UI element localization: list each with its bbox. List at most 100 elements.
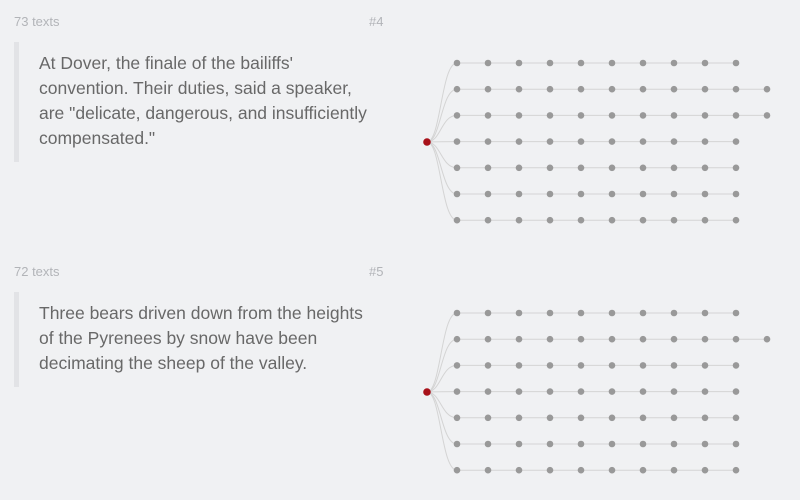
tree-node [639,138,647,145]
tree-node [546,388,554,395]
tree-node [639,414,647,422]
tree-node [546,335,554,343]
tree-node [515,112,523,119]
tree-node [546,309,554,317]
tree-node [608,414,616,422]
tree-node [639,440,647,448]
tree-node [484,466,492,474]
tree-node [515,388,523,395]
tree-node [484,112,492,119]
tree-node [701,309,709,317]
tree-edge [426,141,458,221]
tree-node [484,138,492,145]
tree-node [453,362,461,369]
tree-node [639,335,647,343]
tree-node [701,335,709,343]
tree-node [670,138,678,145]
tree-node [546,112,554,119]
text-card[interactable]: 72 texts #5 Three bears driven down from… [0,250,800,500]
tree-node [515,59,523,67]
tree-node [701,112,709,119]
tree-node [701,59,709,67]
tree-node [484,335,492,343]
tree-node [732,164,740,172]
tree-node [546,414,554,422]
tree-node [639,85,647,93]
tree-node [701,440,709,448]
tree-node [608,440,616,448]
tree-node [608,466,616,474]
tree-root-node [423,138,431,146]
tree-node [670,112,678,119]
tree-node [608,138,616,145]
tree-edge [426,62,458,143]
tree-node [546,164,554,172]
tree-node [453,440,461,448]
tree-node [453,112,461,119]
tree-node [608,85,616,93]
tree-node [577,164,585,172]
tree-node [515,335,523,343]
tree-node [453,190,461,198]
tree-root-node [423,388,431,396]
tree-node [732,309,740,317]
tree-node [546,216,554,224]
tree-node [484,362,492,369]
tree-node [484,440,492,448]
tree-node [639,190,647,198]
tree-node [608,164,616,172]
tree-node [546,85,554,93]
tree-node [701,414,709,422]
tree-node [701,190,709,198]
tree-node [577,138,585,145]
text-card[interactable]: 73 texts #4 At Dover, the finale of the … [0,0,800,250]
tree-node [484,59,492,67]
tree-node [577,414,585,422]
tree-node [670,362,678,369]
tree-node [732,216,740,224]
tree-node [608,190,616,198]
tree-node [639,362,647,369]
tree-node [732,335,740,343]
tree-node [763,85,771,93]
tree-node [732,388,740,395]
tree-node [484,388,492,395]
tree-node [608,112,616,119]
tree-node [670,414,678,422]
tree-node [515,414,523,422]
tree-node [670,85,678,93]
tree-node [577,466,585,474]
tree-node [732,466,740,474]
tree-node [670,164,678,172]
tree-node [453,414,461,422]
tree-node [453,309,461,317]
tree-node [515,216,523,224]
tree-node [453,335,461,343]
tree-node [670,216,678,224]
tree-node [701,466,709,474]
tree-node [639,466,647,474]
tree-node [577,335,585,343]
tree-node [701,362,709,369]
tree-node [670,388,678,395]
tree-node [453,216,461,224]
tree-edge [426,391,458,471]
tree-node [732,440,740,448]
tree-node [577,59,585,67]
tree-node [670,309,678,317]
tree-node [732,190,740,198]
tree-node [639,164,647,172]
tree-node [608,59,616,67]
tree-node [639,112,647,119]
tree-node [670,59,678,67]
tree-node [670,335,678,343]
tree-node [701,138,709,145]
tree-node [515,466,523,474]
tree-node [546,190,554,198]
tree-node [453,59,461,67]
tree-node [515,440,523,448]
tree-node [453,466,461,474]
tree-node [484,414,492,422]
tree-node [670,190,678,198]
tree-node [515,190,523,198]
